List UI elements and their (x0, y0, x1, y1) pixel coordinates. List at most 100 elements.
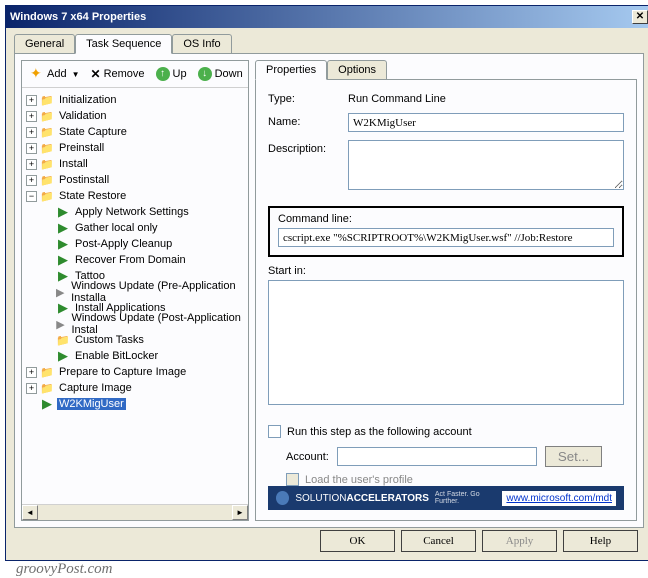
up-button[interactable]: ↑Up (152, 65, 191, 83)
folder-icon: 📁 (40, 189, 54, 203)
folder-icon: 📁 (40, 141, 54, 155)
tree-item-preinstall[interactable]: +📁Preinstall (26, 140, 244, 156)
command-line-highlight: Command line: (268, 206, 624, 257)
close-button[interactable]: ✕ (632, 10, 648, 24)
add-star-icon (30, 67, 44, 81)
add-button[interactable]: Add▼ (26, 65, 84, 83)
ok-button[interactable]: OK (320, 530, 395, 552)
expand-icon[interactable]: + (26, 159, 37, 170)
watermark: groovyPost.com (16, 561, 113, 578)
properties-pane: Properties Options Type: Run Command Lin… (255, 60, 637, 521)
command-line-input[interactable] (278, 228, 614, 247)
task-arrow-icon: ▶ (54, 317, 66, 331)
account-label: Account: (286, 451, 329, 463)
task-tree-pane: Add▼ ✕Remove ↑Up ↓Down +📁Initialization … (21, 60, 249, 521)
help-button[interactable]: Help (563, 530, 638, 552)
expand-icon[interactable]: + (26, 95, 37, 106)
properties-panel: Type: Run Command Line Name: Description… (255, 79, 637, 521)
up-arrow-icon: ↑ (156, 67, 170, 81)
chevron-down-icon: ▼ (72, 70, 80, 79)
start-in-label: Start in: (268, 265, 624, 277)
tree-item-post-apply[interactable]: ▶Post-Apply Cleanup (42, 236, 244, 252)
tree-toolbar: Add▼ ✕Remove ↑Up ↓Down (22, 61, 248, 88)
scroll-left-icon[interactable]: ◄ (22, 505, 38, 520)
tree-item-w2kmiguser[interactable]: ▶W2KMigUser (26, 396, 244, 412)
apply-button[interactable]: Apply (482, 530, 557, 552)
remove-x-icon: ✕ (91, 67, 101, 81)
brand-globe-icon (276, 491, 289, 505)
cancel-button[interactable]: Cancel (401, 530, 476, 552)
remove-button[interactable]: ✕Remove (87, 65, 149, 83)
folder-icon: 📁 (40, 125, 54, 139)
tree-item-winupdate-pre[interactable]: ▶Windows Update (Pre-Application Install… (42, 284, 244, 300)
horizontal-scrollbar[interactable]: ◄ ► (22, 504, 248, 520)
task-arrow-icon: ▶ (56, 221, 70, 235)
scroll-right-icon[interactable]: ► (232, 505, 248, 520)
collapse-icon[interactable]: − (26, 191, 37, 202)
solution-accelerators-banner: SOLUTIONACCELERATORS Act Faster. Go Furt… (268, 486, 624, 510)
load-profile-label: Load the user's profile (305, 474, 413, 486)
run-as-checkbox[interactable] (268, 425, 281, 438)
tree-item-capture-image[interactable]: +📁Capture Image (26, 380, 244, 396)
account-input[interactable] (337, 447, 537, 466)
folder-icon: 📁 (40, 157, 54, 171)
tree-item-bitlocker[interactable]: ▶Enable BitLocker (42, 348, 244, 364)
tree-item-initialization[interactable]: +📁Initialization (26, 92, 244, 108)
name-input[interactable] (348, 113, 624, 132)
type-label: Type: (268, 90, 348, 105)
expand-icon[interactable]: + (26, 127, 37, 138)
down-button[interactable]: ↓Down (194, 65, 247, 83)
tree-item-install[interactable]: +📁Install (26, 156, 244, 172)
tree-item-gather-local[interactable]: ▶Gather local only (42, 220, 244, 236)
tab-general[interactable]: General (14, 34, 75, 53)
expand-icon[interactable]: + (26, 111, 37, 122)
task-arrow-icon: ▶ (40, 397, 54, 411)
folder-icon: 📁 (40, 109, 54, 123)
load-profile-checkbox (286, 473, 299, 486)
task-arrow-icon: ▶ (54, 285, 66, 299)
task-arrow-icon: ▶ (56, 205, 70, 219)
tab-os-info[interactable]: OS Info (172, 34, 231, 53)
start-in-input[interactable] (268, 280, 624, 405)
description-input[interactable] (348, 140, 624, 190)
titlebar[interactable]: Windows 7 x64 Properties ✕ (6, 6, 648, 28)
tab-content: Add▼ ✕Remove ↑Up ↓Down +📁Initialization … (14, 53, 644, 528)
folder-icon: 📁 (56, 333, 70, 347)
tree-item-state-restore[interactable]: −📁State Restore (26, 188, 244, 204)
tab-options[interactable]: Options (327, 60, 387, 79)
folder-icon: 📁 (40, 173, 54, 187)
expand-icon[interactable]: + (26, 175, 37, 186)
dialog-buttons: OK Cancel Apply Help (320, 530, 638, 552)
run-as-label: Run this step as the following account (287, 426, 472, 438)
tree-item-validation[interactable]: +📁Validation (26, 108, 244, 124)
down-arrow-icon: ↓ (198, 67, 212, 81)
folder-icon: 📁 (40, 381, 54, 395)
properties-window: Windows 7 x64 Properties ✕ General Task … (5, 5, 648, 561)
tree-item-winupdate-post[interactable]: ▶Windows Update (Post-Application Instal (42, 316, 244, 332)
task-tree[interactable]: +📁Initialization +📁Validation +📁State Ca… (22, 88, 248, 504)
main-tabs: General Task Sequence OS Info (6, 28, 648, 53)
tab-properties[interactable]: Properties (255, 60, 327, 80)
set-button[interactable]: Set... (545, 446, 602, 467)
expand-icon[interactable]: + (26, 367, 37, 378)
properties-tabs: Properties Options (255, 60, 637, 79)
expand-icon[interactable]: + (26, 383, 37, 394)
task-arrow-icon: ▶ (56, 269, 70, 283)
name-label: Name: (268, 113, 348, 128)
tab-task-sequence[interactable]: Task Sequence (75, 34, 172, 54)
microsoft-mdt-link[interactable]: www.microsoft.com/mdt (502, 491, 616, 506)
command-line-label: Command line: (278, 213, 614, 225)
folder-icon: 📁 (40, 365, 54, 379)
tree-item-recover-domain[interactable]: ▶Recover From Domain (42, 252, 244, 268)
window-title: Windows 7 x64 Properties (10, 11, 632, 23)
tree-item-prepare-capture[interactable]: +📁Prepare to Capture Image (26, 364, 244, 380)
task-arrow-icon: ▶ (56, 253, 70, 267)
expand-icon[interactable]: + (26, 143, 37, 154)
description-label: Description: (268, 140, 348, 155)
type-value: Run Command Line (348, 90, 446, 105)
tree-item-apply-network[interactable]: ▶Apply Network Settings (42, 204, 244, 220)
task-arrow-icon: ▶ (56, 237, 70, 251)
tree-item-postinstall[interactable]: +📁Postinstall (26, 172, 244, 188)
tree-item-state-capture[interactable]: +📁State Capture (26, 124, 244, 140)
folder-icon: 📁 (40, 93, 54, 107)
